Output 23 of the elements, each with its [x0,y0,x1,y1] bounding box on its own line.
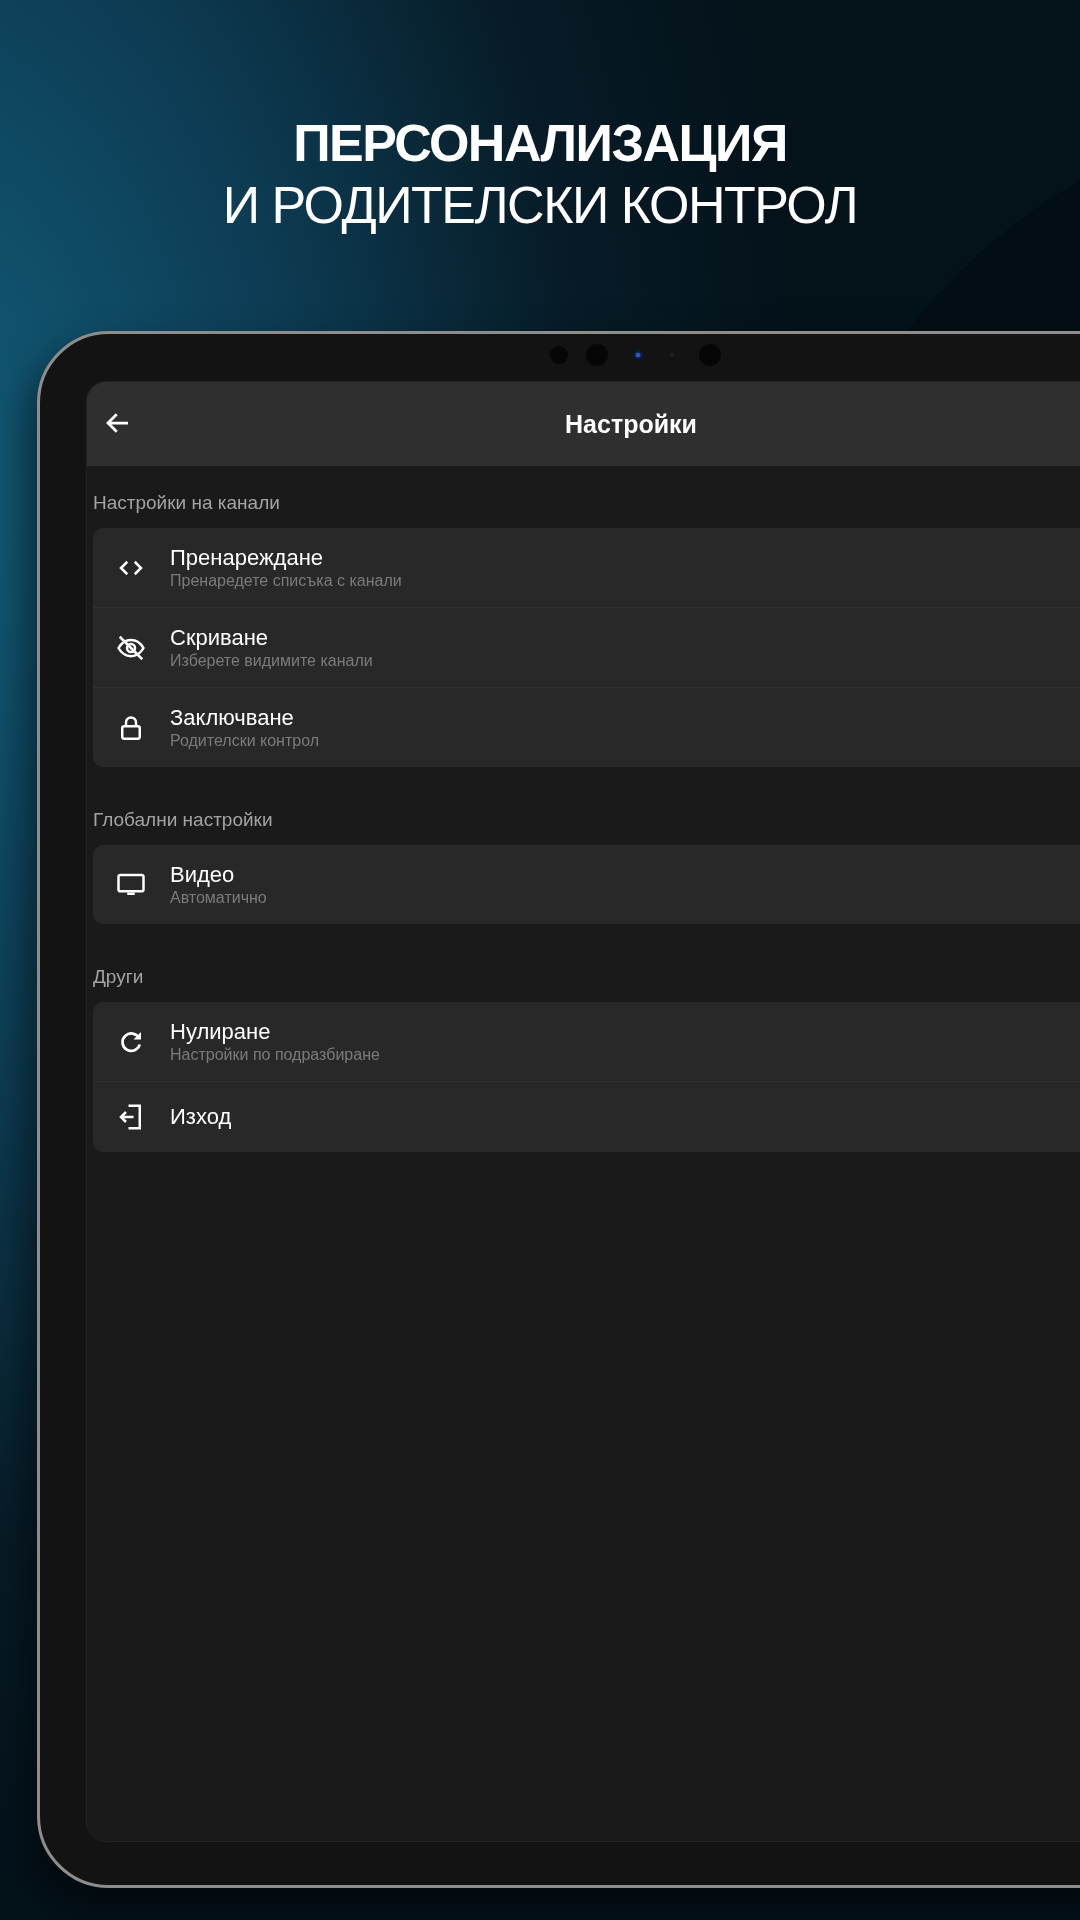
item-title: Видео [170,861,236,888]
subheadline: И РОДИТЕЛСКИ КОНТРОЛ [222,175,858,236]
settings-item[interactable]: Изход [93,1082,1080,1152]
item-title: Пренареждане [170,544,325,571]
item-title: Нулиране [170,1018,272,1045]
screen-title: Настройки [565,409,697,439]
item-title: Изход [170,1104,232,1130]
item-subtitle: Пренаредете списъка с канали [170,570,402,591]
headline: ПЕРСОНАЛИЗАЦИЯ [293,113,787,174]
settings-item[interactable]: Пренареждане Пренаредете списъка с канали [93,528,1080,608]
item-title: Заключване [170,704,295,731]
item-title: Скриване [170,624,270,651]
settings-item[interactable]: Заключване Родителски контрол [93,688,1080,767]
settings-item[interactable]: Скриване Изберете видимите канали [93,608,1080,688]
item-subtitle: Автоматично [170,887,267,908]
item-subtitle: Настройки по подразбиране [170,1044,380,1065]
section-label: Настройки на канали [93,491,281,515]
section-label: Глобални настройки [93,808,274,832]
settings-item[interactable]: Нулиране Настройки по подразбиране [93,1002,1080,1082]
item-subtitle: Изберете видимите канали [170,650,373,671]
settings-item[interactable]: Видео Автоматично [93,845,1080,924]
section-label: Други [93,965,145,989]
item-subtitle: Родителски контрол [170,730,320,751]
